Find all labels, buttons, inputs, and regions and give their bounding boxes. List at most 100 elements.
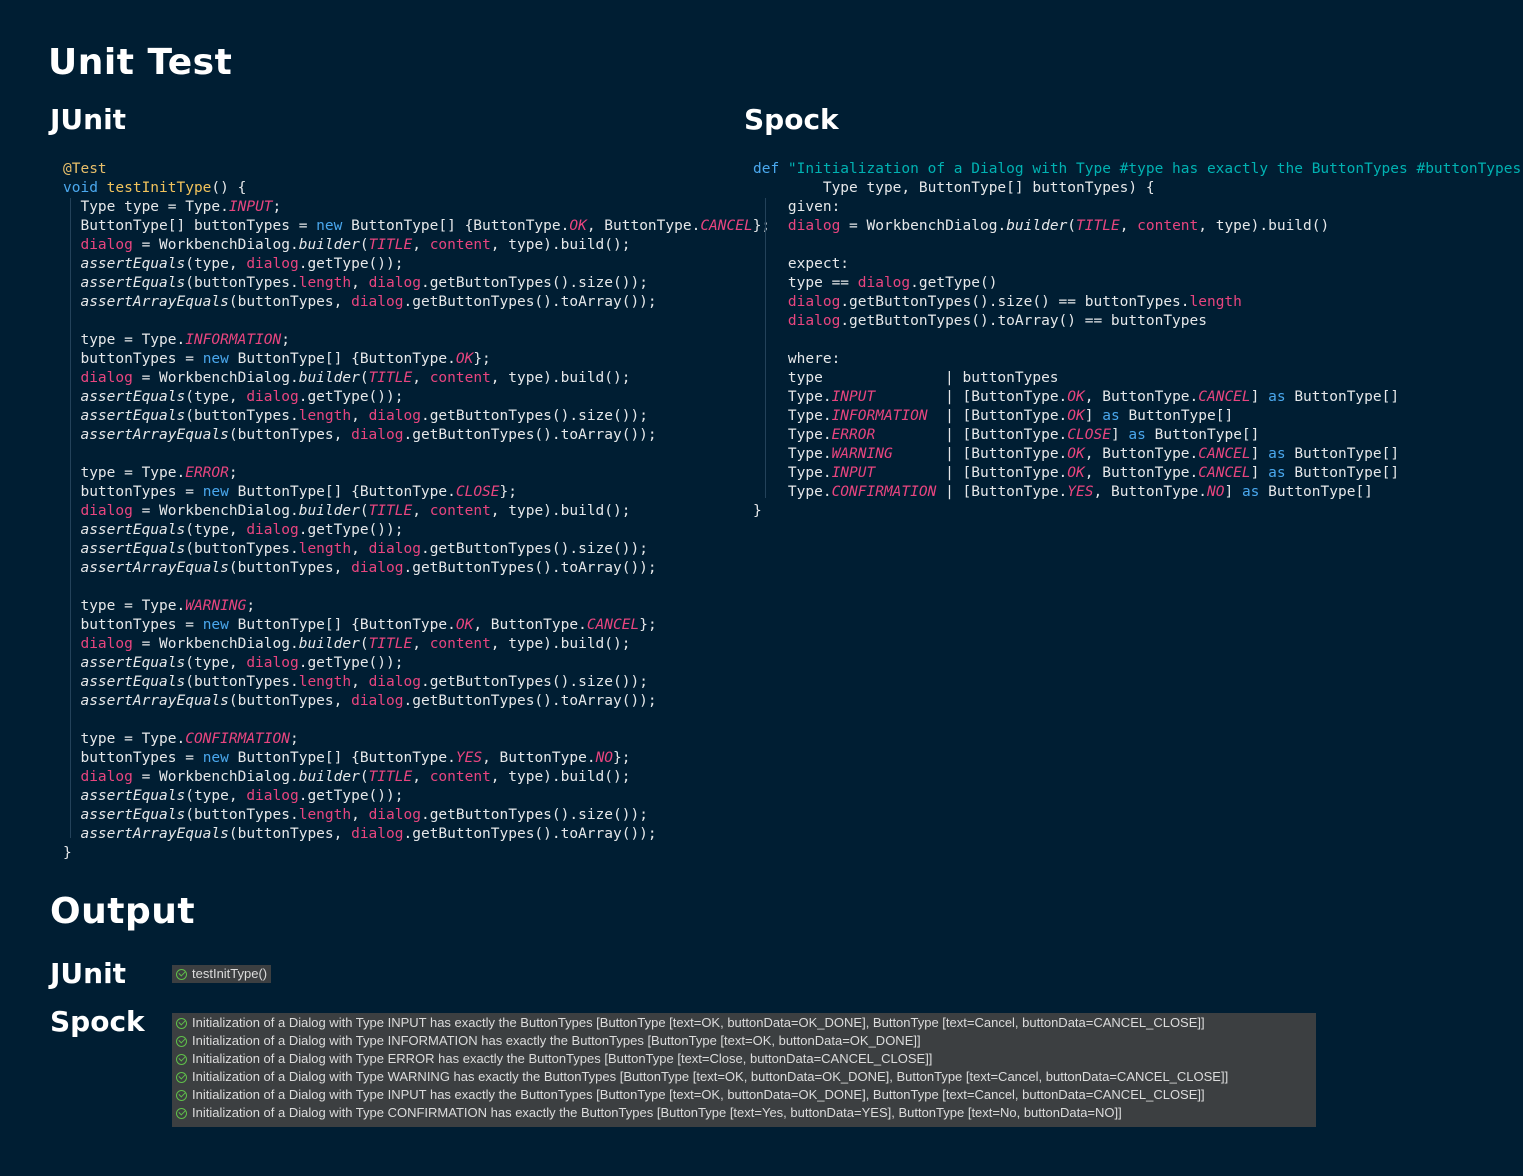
code-line: assertEquals(buttonTypes.length, dialog.… <box>63 540 770 559</box>
code-line: type == dialog.getType() <box>753 274 1523 293</box>
code-token: (type, <box>185 655 247 671</box>
code-line: assertEquals(buttonTypes.length, dialog.… <box>63 407 770 426</box>
code-line: dialog = WorkbenchDialog.builder(TITLE , … <box>63 768 770 787</box>
code-token: assertEquals <box>63 788 186 804</box>
code-token: .getButtonTypes().toArray()); <box>403 560 657 576</box>
code-token: (buttonTypes. <box>185 807 299 823</box>
check-circle-icon <box>176 1017 187 1029</box>
code-token: assertArrayEquals <box>63 427 229 443</box>
code-token: as <box>1128 427 1155 443</box>
spock-test-result[interactable]: Initialization of a Dialog with Type WAR… <box>176 1068 1312 1086</box>
code-token: assertArrayEquals <box>63 826 229 842</box>
spock-test-result[interactable]: Initialization of a Dialog with Type INP… <box>176 1086 1312 1104</box>
code-token: content <box>429 503 491 519</box>
code-token: , ButtonType. <box>1084 389 1199 405</box>
code-token: ; <box>281 332 290 348</box>
code-token: length <box>298 541 352 557</box>
spock-test-result[interactable]: Initialization of a Dialog with Type INF… <box>176 1032 1312 1050</box>
code-token: ] <box>1224 484 1242 500</box>
junit-test-result[interactable]: testInitType() <box>176 965 267 983</box>
code-token: "Initialization of a Dialog with Type #t… <box>787 161 1523 177</box>
code-token: type | buttonTypes <box>753 370 1059 386</box>
code-line: assertArrayEquals(buttonTypes, dialog.ge… <box>63 559 770 578</box>
code-token: builder <box>1006 218 1068 234</box>
code-token: = WorkbenchDialog. <box>132 503 299 519</box>
code-token: = WorkbenchDialog. <box>132 769 299 785</box>
spock-test-result[interactable]: Initialization of a Dialog with Type CON… <box>176 1104 1312 1122</box>
code-token: (type, <box>185 788 247 804</box>
code-token: .getButtonTypes().size()); <box>420 541 648 557</box>
code-token: assertEquals <box>63 408 186 424</box>
code-token: assertEquals <box>63 541 186 557</box>
code-token: .getType() <box>910 275 998 291</box>
code-token: = WorkbenchDialog. <box>840 218 1007 234</box>
code-token: builder <box>298 503 360 519</box>
spock-test-result[interactable]: Initialization of a Dialog with Type INP… <box>176 1014 1312 1032</box>
code-token: buttonTypes = <box>63 617 203 633</box>
code-token: .getType()); <box>298 655 404 671</box>
code-line: buttonTypes = new ButtonType[] {ButtonTy… <box>63 749 770 768</box>
code-token: } <box>753 503 762 519</box>
code-line: def "Initialization of a Dialog with Typ… <box>753 160 1523 179</box>
code-token: new <box>202 617 238 633</box>
code-token: assertEquals <box>63 655 186 671</box>
code-token: OK <box>569 218 587 234</box>
code-token: .getButtonTypes().toArray() == buttonTyp… <box>840 313 1207 329</box>
junit-results-panel: testInitType() <box>172 965 272 983</box>
code-line: @Test <box>63 160 770 179</box>
code-token: , <box>412 769 430 785</box>
code-token: new <box>202 484 238 500</box>
code-token: , <box>412 370 430 386</box>
code-line: dialog = WorkbenchDialog.builder(TITLE , … <box>63 236 770 255</box>
code-token: Type. <box>753 408 832 424</box>
code-token: ; <box>228 465 238 481</box>
code-line: where: <box>753 350 1523 369</box>
code-token: builder <box>298 636 360 652</box>
spock-test-result[interactable]: Initialization of a Dialog with Type ERR… <box>176 1050 1312 1068</box>
code-token: type == <box>753 275 858 291</box>
code-token: type = Type. <box>63 465 186 481</box>
code-line: buttonTypes = new ButtonType[] {ButtonTy… <box>63 350 770 369</box>
code-token: .getButtonTypes().size()); <box>420 807 648 823</box>
code-line: given: <box>753 198 1523 217</box>
code-token: Type. <box>753 465 832 481</box>
test-result-label: Initialization of a Dialog with Type INP… <box>192 1087 1205 1102</box>
code-token: NO <box>1207 484 1225 500</box>
code-line: type = Type.WARNING; <box>63 597 770 616</box>
code-token: dialog <box>246 256 299 272</box>
code-token: (buttonTypes. <box>185 275 299 291</box>
code-token: ERROR <box>831 427 876 443</box>
code-token: TITLE <box>368 237 413 253</box>
test-result-label: Initialization of a Dialog with Type WAR… <box>192 1069 1229 1084</box>
code-token: ButtonType[] {ButtonType. <box>237 351 456 367</box>
test-result-label: Initialization of a Dialog with Type ERR… <box>192 1051 933 1066</box>
code-token: dialog <box>246 788 299 804</box>
code-token: , <box>351 275 369 291</box>
code-token: OK <box>455 617 474 633</box>
code-token: .getButtonTypes().size()); <box>420 674 648 690</box>
code-token: ButtonType[] buttonTypes = <box>63 218 317 234</box>
spock-code-block: def "Initialization of a Dialog with Typ… <box>753 160 1523 521</box>
code-token: dialog <box>753 313 841 329</box>
code-token: INPUT <box>228 199 273 215</box>
code-token: , <box>351 408 369 424</box>
unit-test-heading: Unit Test <box>48 42 233 83</box>
code-token: CLOSE <box>1067 427 1111 443</box>
code-token: CLOSE <box>455 484 500 500</box>
code-line: Type type, ButtonType[] buttonTypes) { <box>753 179 1523 198</box>
code-token: | [ButtonType. <box>892 446 1068 462</box>
code-line: dialog.getButtonTypes().size() == button… <box>753 293 1523 312</box>
code-token: ] <box>1250 389 1269 405</box>
code-token: ( <box>359 636 369 652</box>
code-token: TITLE <box>368 769 413 785</box>
code-line: ButtonType[] buttonTypes = new ButtonTyp… <box>63 217 770 236</box>
code-token: ( <box>1067 218 1077 234</box>
code-token: assertArrayEquals <box>63 560 229 576</box>
check-circle-icon <box>176 1089 187 1101</box>
code-token: dialog <box>63 370 133 386</box>
code-line: dialog = WorkbenchDialog.builder(TITLE , … <box>63 635 770 654</box>
code-token: , type).build(); <box>490 503 631 519</box>
code-token: CANCEL <box>1198 446 1251 462</box>
